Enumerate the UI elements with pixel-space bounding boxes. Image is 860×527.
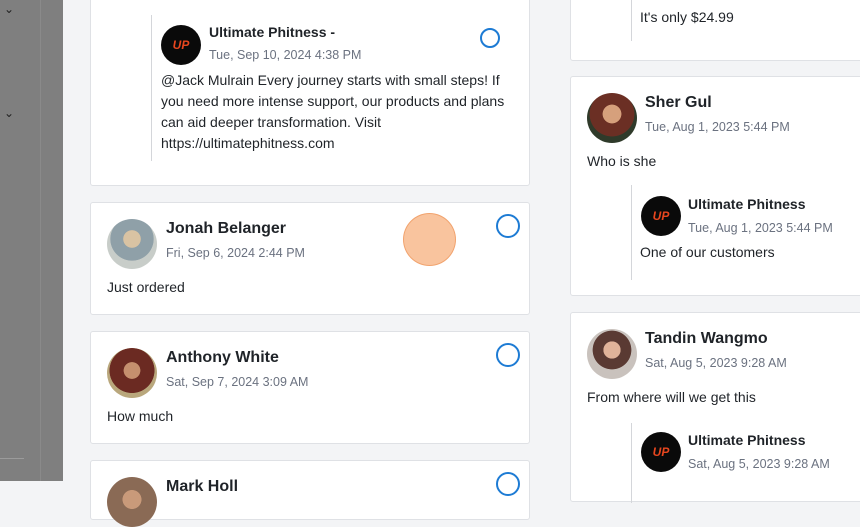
reply-author: Ultimate Phitness: [688, 432, 806, 448]
comment-card: Mark Holl: [90, 460, 530, 527]
comment-timestamp: Sat, Sep 7, 2024 3:09 AM: [166, 375, 309, 389]
reply-timestamp: Tue, Sep 10, 2024 4:38 PM: [209, 48, 362, 62]
comment-author: Sher Gul: [645, 94, 712, 111]
comment-card: It's only $24.99: [570, 0, 860, 61]
chevron-down-icon[interactable]: ⌄: [4, 106, 14, 120]
avatar: [107, 219, 157, 269]
reply-thread-line: [151, 15, 152, 161]
avatar: [587, 329, 637, 379]
comment-card: Jonah Belanger Fri, Sep 6, 2024 2:44 PM …: [90, 202, 530, 315]
select-radio[interactable]: [496, 472, 520, 496]
avatar: UP: [161, 25, 201, 65]
comment-card: Sher Gul Tue, Aug 1, 2023 5:44 PM Who is…: [570, 76, 860, 296]
reply-text: One of our customers: [640, 244, 775, 260]
comment-text: How much: [107, 408, 174, 424]
up-logo-icon: UP: [653, 445, 671, 459]
reply-author: Ultimate Phitness -: [209, 24, 336, 40]
avatar: [587, 93, 637, 143]
avatar: UP: [641, 432, 681, 472]
chevron-down-icon[interactable]: ⌄: [4, 2, 14, 16]
svg-text:UP: UP: [653, 445, 671, 459]
svg-text:UP: UP: [173, 38, 191, 52]
up-logo-icon: UP: [653, 209, 671, 223]
reply-thread-line: [631, 185, 632, 280]
avatar: UP: [641, 196, 681, 236]
comment-card: UP Ultimate Phitness - Tue, Sep 10, 2024…: [90, 0, 530, 186]
click-indicator: [403, 213, 456, 266]
reply-text: It's only $24.99: [640, 9, 734, 25]
reply-timestamp: Tue, Aug 1, 2023 5:44 PM: [688, 221, 833, 235]
select-radio[interactable]: [496, 214, 520, 238]
reply-timestamp: Sat, Aug 5, 2023 9:28 AM: [688, 457, 830, 471]
avatar: [107, 477, 157, 527]
reply-text: @Jack Mulrain Every journey starts with …: [161, 72, 505, 151]
comment-text: From where will we get this: [587, 389, 756, 405]
svg-text:UP: UP: [653, 209, 671, 223]
divider: [0, 458, 24, 459]
reply-thread-line: [631, 0, 632, 41]
up-logo-icon: UP: [173, 38, 191, 52]
comment-author: Tandin Wangmo: [645, 330, 768, 347]
comment-author: Jonah Belanger: [166, 220, 287, 237]
comment-timestamp: Fri, Sep 6, 2024 2:44 PM: [166, 246, 305, 260]
comment-author: Anthony White: [166, 349, 279, 366]
comment-timestamp: Sat, Aug 5, 2023 9:28 AM: [645, 356, 787, 370]
select-radio[interactable]: [496, 343, 520, 367]
divider: [40, 0, 41, 481]
reply-thread-line: [631, 423, 632, 503]
comment-card: Anthony White Sat, Sep 7, 2024 3:09 AM H…: [90, 331, 530, 444]
avatar: [107, 348, 157, 398]
select-radio[interactable]: [480, 28, 500, 48]
reply-author: Ultimate Phitness: [688, 196, 806, 212]
comment-text: Just ordered: [107, 279, 185, 295]
comment-text: Who is she: [587, 153, 657, 169]
sidebar-overlay: ⌄ ⌄: [0, 0, 63, 481]
comment-card: Tandin Wangmo Sat, Aug 5, 2023 9:28 AM F…: [570, 312, 860, 503]
comment-timestamp: Tue, Aug 1, 2023 5:44 PM: [645, 120, 790, 134]
